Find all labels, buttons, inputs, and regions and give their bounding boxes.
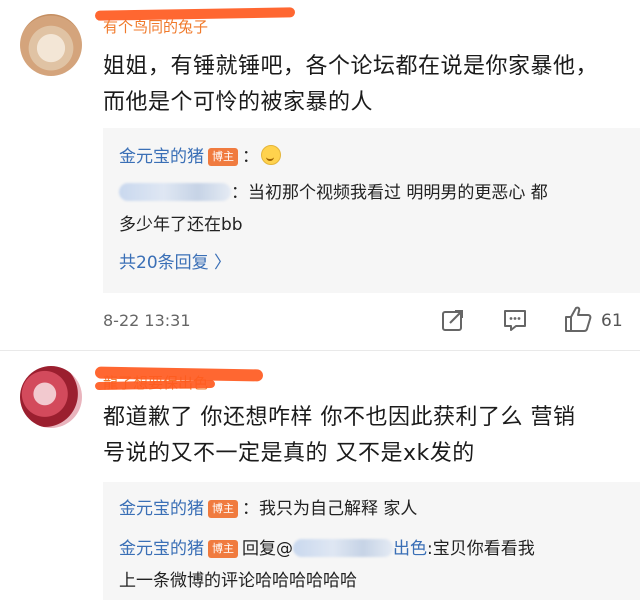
reply-text: 多少年了还在bb <box>119 215 243 235</box>
reply-line: 多少年了还在bb <box>119 210 243 240</box>
author-badge: 博主 <box>208 540 238 558</box>
reply-line: 金元宝的猪 博主： <box>119 142 281 172</box>
blurred-username <box>293 539 393 557</box>
comment-2: 龍了想要保出色 都道歉了 你还想咋样 你不也因此获利了么 营销 号说的又不一定是… <box>0 350 640 600</box>
mentioned-user[interactable]: 出色 <box>393 539 427 559</box>
reply-author[interactable]: 金元宝的猪 <box>119 499 204 519</box>
comment-body-line: 而他是个可怜的被家暴的人 <box>103 90 374 115</box>
avatar[interactable] <box>20 14 82 76</box>
reply-text: 上一条微博的评论哈哈哈哈哈哈 <box>119 571 357 591</box>
redaction-mark <box>94 7 296 21</box>
reply-line: ：当初那个视频我看过 明明男的更恶心 都 <box>119 178 548 208</box>
like-button[interactable] <box>563 305 593 333</box>
reply-line: 上一条微博的评论哈哈哈哈哈哈 <box>119 566 357 596</box>
share-icon <box>442 310 463 331</box>
reply-text: ：我只为自己解释 家人 <box>242 499 418 519</box>
reply-box: 金元宝的猪 博主 ：我只为自己解释 家人 金元宝的猪 博主 回复@ 出色:宝贝你看看我 上… <box>103 482 640 600</box>
comment-body-line: 都道歉了 你还想咋样 你不也因此获利了么 营销 <box>103 405 576 430</box>
reply-text: ：当初那个视频我看过 明明男的更恶心 都 <box>231 183 548 203</box>
blurred-username <box>119 183 231 201</box>
reply-text: :宝贝你看看我 <box>427 539 535 559</box>
reply-box: 金元宝的猪 博主： ：当初那个视频我看过 明明男的更恶心 都 多少年了还在bb 共… <box>103 128 640 293</box>
comment-button[interactable] <box>502 307 528 333</box>
comment-1: 有个鸟同的兔子 姐姐，有锤就锤吧，各个论坛都在说是你家暴他， 而他是个可怜的被家… <box>0 0 640 345</box>
reply-sep: ： <box>242 147 259 167</box>
author-badge: 博主 <box>208 500 238 518</box>
comment-body-line: 姐姐，有锤就锤吧，各个论坛都在说是你家暴他， <box>103 54 599 79</box>
view-more-replies-link[interactable]: 共20条回复 〉 <box>119 248 231 273</box>
reply-author[interactable]: 金元宝的猪 <box>119 539 204 559</box>
share-button[interactable] <box>440 307 466 333</box>
timestamp: 8-22 13:31 <box>103 311 191 330</box>
crying-face-icon <box>261 145 281 165</box>
comment-icon <box>504 310 526 331</box>
avatar[interactable] <box>20 366 82 428</box>
reply-author[interactable]: 金元宝的猪 <box>119 147 204 167</box>
author-badge: 博主 <box>208 148 238 166</box>
reply-line: 金元宝的猪 博主 ：我只为自己解释 家人 <box>119 494 417 524</box>
reply-line: 金元宝的猪 博主 回复@ 出色:宝贝你看看我 <box>119 534 535 564</box>
comment-body-line: 号说的又不一定是真的 又不是xk发的 <box>103 441 475 466</box>
comment-body: 姐姐，有锤就锤吧，各个论坛都在说是你家暴他， 而他是个可怜的被家暴的人 <box>103 49 598 121</box>
like-count: 61 <box>601 311 623 331</box>
reply-prefix: 回复@ <box>242 539 293 559</box>
comment-body: 都道歉了 你还想咋样 你不也因此获利了么 营销 号说的又不一定是真的 又不是xk… <box>103 400 575 472</box>
thumbs-up-icon <box>565 306 592 332</box>
